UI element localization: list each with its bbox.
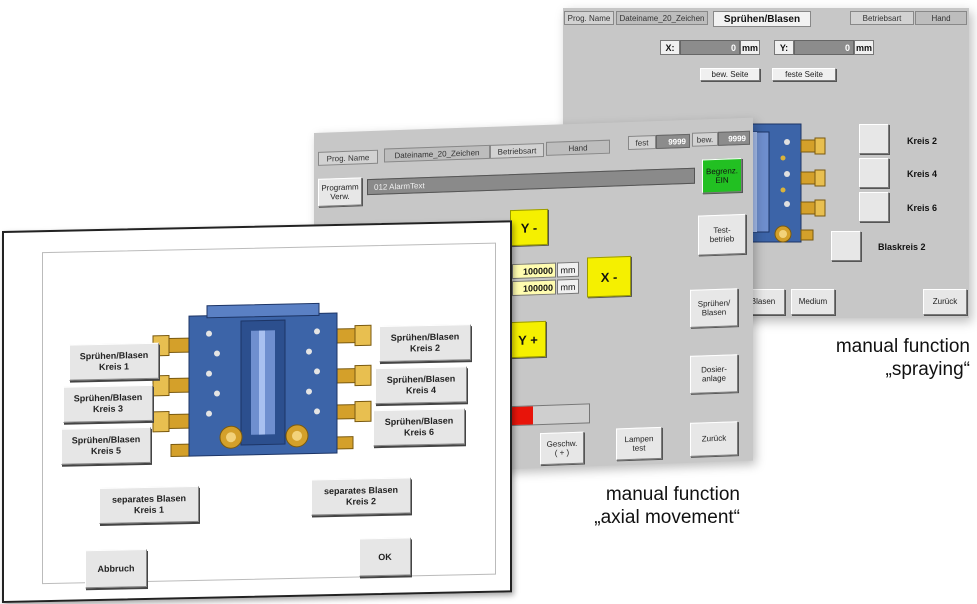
spray-selection-dialog: Sprühen/Blasen Kreis 1 Sprühen/Blasen Kr… bbox=[2, 220, 512, 603]
position-1-value: 100000 bbox=[512, 262, 556, 280]
prog-name-label: Prog. Name bbox=[318, 149, 378, 166]
speed-button[interactable]: Geschw. ( + ) bbox=[540, 431, 584, 466]
dialog-content: Sprühen/Blasen Kreis 1 Sprühen/Blasen Kr… bbox=[42, 242, 496, 589]
mold-graphic bbox=[152, 302, 372, 457]
y-plus-button[interactable]: Y + bbox=[510, 320, 546, 359]
fixed-value: 9999 bbox=[656, 133, 690, 150]
circuit-6-label: Kreis 6 bbox=[907, 203, 938, 213]
y-minus-button[interactable]: Y - bbox=[510, 208, 548, 247]
back-button[interactable]: Zurück bbox=[690, 421, 738, 457]
file-name-label: Dateiname_20_Zeichen bbox=[616, 11, 708, 25]
caption-spraying-line-1: manual function bbox=[835, 336, 970, 357]
y-value: 0 bbox=[794, 40, 854, 55]
caption-axial-line-2: „axial movement“ bbox=[594, 506, 740, 528]
blow-circuit-2-button[interactable] bbox=[831, 231, 861, 261]
limit-on-button[interactable]: Begrenz. EIN bbox=[702, 158, 742, 194]
position-2-unit: mm bbox=[557, 278, 579, 295]
fixed-side-button[interactable]: feste Seite bbox=[772, 68, 836, 81]
position-2-value: 100000 bbox=[512, 279, 556, 297]
dosing-button[interactable]: Dosier- anlage bbox=[690, 354, 738, 394]
progress-bar-fill bbox=[511, 406, 533, 426]
moving-side-button[interactable]: bew. Seite bbox=[700, 68, 760, 81]
y-label: Y: bbox=[774, 40, 794, 55]
blow-circuit-2-label: Blaskreis 2 bbox=[878, 242, 926, 252]
back-button[interactable]: Zurück bbox=[923, 289, 967, 315]
caption-axial: manual function „axial movement“ bbox=[530, 484, 740, 530]
mode-label: Betriebsart bbox=[850, 11, 914, 25]
caption-axial-line-1: manual function bbox=[605, 484, 740, 505]
circuit-6-button[interactable] bbox=[859, 192, 889, 222]
spray-blow-circuit-2-button[interactable]: Sprühen/Blasen Kreis 2 bbox=[379, 324, 471, 363]
medium-button[interactable]: Medium bbox=[791, 289, 835, 315]
circuit-4-button[interactable] bbox=[859, 158, 889, 188]
test-mode-button[interactable]: Test- betrieb bbox=[698, 213, 746, 256]
spray-blow-circuit-6-button[interactable]: Sprühen/Blasen Kreis 6 bbox=[373, 408, 465, 447]
file-name-label: Dateiname_20_Zeichen bbox=[384, 144, 490, 163]
lamp-test-button[interactable]: Lampen test bbox=[616, 426, 662, 461]
circuit-4-label: Kreis 4 bbox=[907, 169, 938, 179]
moving-value: 9999 bbox=[718, 130, 750, 146]
spray-blow-circuit-4-button[interactable]: Sprühen/Blasen Kreis 4 bbox=[375, 366, 467, 405]
screen-title: Sprühen/Blasen bbox=[713, 11, 811, 27]
circuit-2-button[interactable] bbox=[859, 124, 889, 154]
ok-button[interactable]: OK bbox=[359, 537, 411, 577]
program-management-button[interactable]: Programm Verw. bbox=[318, 177, 362, 207]
caption-spraying: manual function „spraying“ bbox=[760, 336, 970, 382]
progress-bar bbox=[510, 403, 590, 427]
prog-name-label: Prog. Name bbox=[564, 11, 614, 25]
moving-label: bew. bbox=[692, 131, 718, 147]
mode-label: Betriebsart bbox=[490, 142, 544, 159]
cancel-button[interactable]: Abbruch bbox=[85, 548, 147, 589]
spray-blow-circuit-5-button[interactable]: Sprühen/Blasen Kreis 5 bbox=[61, 426, 151, 465]
x-label: X: bbox=[660, 40, 680, 55]
position-1-unit: mm bbox=[557, 261, 579, 278]
separate-blow-circuit-2-button[interactable]: separates Blasen Kreis 2 bbox=[311, 477, 411, 516]
alarm-text: 012 AlarmText bbox=[374, 180, 425, 192]
alarm-text-field: 012 AlarmText bbox=[367, 167, 695, 196]
x-value: 0 bbox=[680, 40, 740, 55]
x-minus-button[interactable]: X - bbox=[587, 255, 631, 298]
caption-spraying-line-2: „spraying“ bbox=[885, 358, 970, 380]
mode-value: Hand bbox=[546, 139, 610, 156]
separate-blow-circuit-1-button[interactable]: separates Blasen Kreis 1 bbox=[99, 485, 199, 524]
spray-blow-button[interactable]: Sprühen/ Blasen bbox=[690, 288, 738, 328]
fixed-label: fest bbox=[628, 135, 656, 151]
y-unit: mm bbox=[854, 40, 874, 55]
spray-blow-circuit-3-button[interactable]: Sprühen/Blasen Kreis 3 bbox=[63, 384, 153, 423]
circuit-2-label: Kreis 2 bbox=[907, 136, 938, 146]
x-unit: mm bbox=[740, 40, 760, 55]
spray-blow-circuit-1-button[interactable]: Sprühen/Blasen Kreis 1 bbox=[69, 342, 159, 381]
mode-value: Hand bbox=[915, 11, 967, 25]
